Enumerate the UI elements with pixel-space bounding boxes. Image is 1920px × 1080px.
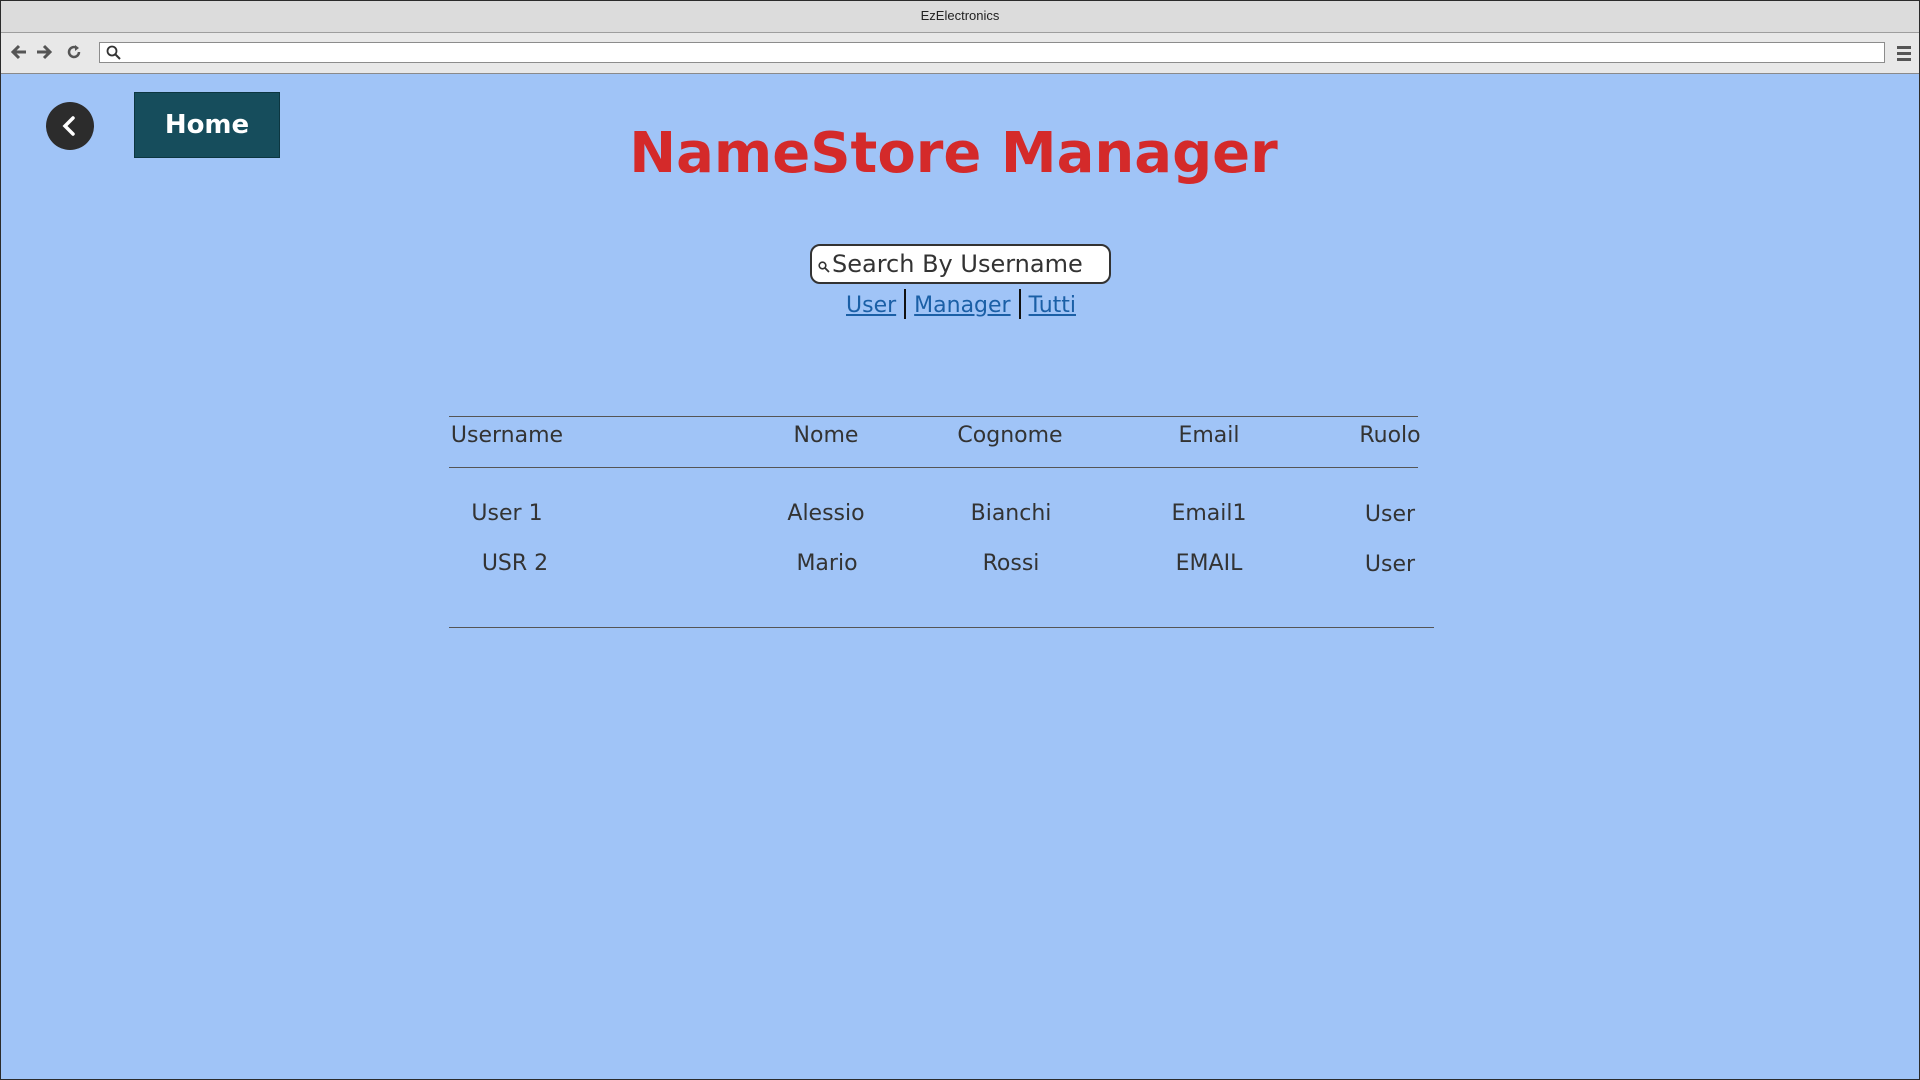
role-filters: User Manager Tutti xyxy=(801,289,1121,319)
back-button[interactable] xyxy=(46,102,94,150)
filter-user-link[interactable]: User xyxy=(846,293,896,318)
search-input[interactable] xyxy=(832,248,1104,280)
filter-separator xyxy=(1018,289,1021,319)
cell-ruolo: User xyxy=(1364,552,1416,577)
arrow-right-icon[interactable] xyxy=(34,43,54,63)
browser-nav-bar xyxy=(1,33,1919,74)
home-button[interactable]: Home xyxy=(134,92,280,158)
table-bottom-rule xyxy=(449,627,1434,628)
table-header-rule xyxy=(449,467,1418,468)
page-title: NameStore Manager xyxy=(629,121,1278,186)
column-header-cognome: Cognome xyxy=(957,423,1063,448)
column-header-nome: Nome xyxy=(793,423,859,448)
cell-username: USR 2 xyxy=(481,551,549,576)
column-header-username: Username xyxy=(450,423,564,448)
table-top-rule xyxy=(449,416,1418,417)
cell-cognome: Rossi xyxy=(982,551,1040,576)
search-icon xyxy=(818,258,830,277)
column-header-email: Email xyxy=(1178,423,1240,448)
window-title-bar: EzElectronics xyxy=(1,1,1919,33)
address-bar[interactable] xyxy=(99,42,1885,63)
browser-window: EzElectronics Home NameStore Manager Sea… xyxy=(0,0,1920,1080)
search-box[interactable] xyxy=(810,244,1111,284)
filter-manager-link[interactable]: Manager xyxy=(914,293,1010,318)
cell-nome: Alessio xyxy=(787,501,865,526)
filter-tutti-link[interactable]: Tutti xyxy=(1029,293,1076,318)
cell-email: EMAIL xyxy=(1175,551,1243,576)
column-header-ruolo: Ruolo xyxy=(1359,423,1421,448)
chevron-left-icon xyxy=(62,116,75,136)
hamburger-menu-icon[interactable] xyxy=(1895,43,1913,63)
cell-username: User 1 xyxy=(471,501,543,526)
cell-nome: Mario xyxy=(796,551,858,576)
filter-separator xyxy=(904,289,907,319)
cell-ruolo: User xyxy=(1364,502,1416,527)
search-icon xyxy=(106,45,122,61)
reload-icon[interactable] xyxy=(64,43,84,63)
cell-email: Email1 xyxy=(1171,501,1247,526)
arrow-left-icon[interactable] xyxy=(9,43,29,63)
window-title: EzElectronics xyxy=(920,8,1000,23)
cell-cognome: Bianchi xyxy=(970,501,1052,526)
